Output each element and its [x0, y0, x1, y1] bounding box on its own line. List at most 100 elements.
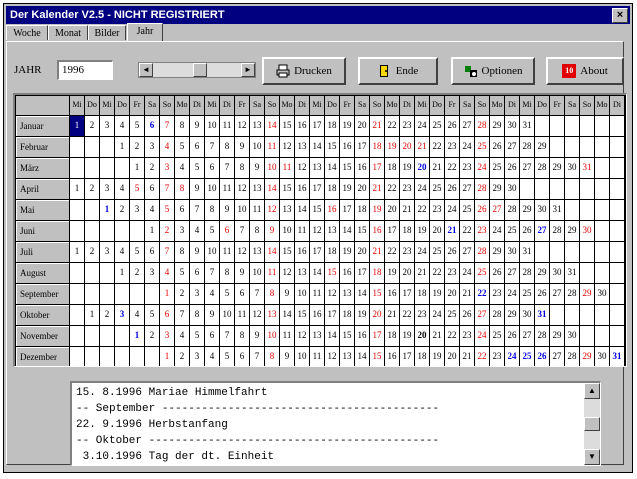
day-cell[interactable]: 6	[220, 221, 234, 241]
day-cell[interactable]: 11	[280, 158, 294, 178]
day-cell[interactable]: 29	[580, 284, 594, 304]
day-cell[interactable]: 19	[430, 347, 444, 367]
day-cell[interactable]: 17	[355, 263, 369, 283]
day-cell[interactable]: 21	[460, 284, 474, 304]
day-cell[interactable]: 20	[385, 200, 399, 220]
day-cell[interactable]: 8	[250, 221, 264, 241]
day-cell[interactable]: 2	[100, 305, 114, 325]
ende-button[interactable]: Ende	[358, 57, 438, 85]
day-cell[interactable]: 14	[280, 305, 294, 325]
day-cell[interactable]: 28	[505, 200, 519, 220]
day-cell[interactable]: 7	[205, 263, 219, 283]
day-cell[interactable]: 21	[400, 200, 414, 220]
day-cell[interactable]: 26	[445, 242, 459, 262]
day-cell[interactable]: 29	[490, 116, 504, 136]
month-label-12[interactable]: Dezember	[16, 347, 69, 367]
day-cell[interactable]: 30	[595, 284, 609, 304]
day-cell[interactable]: 5	[220, 284, 234, 304]
day-cell[interactable]: 16	[340, 263, 354, 283]
day-cell[interactable]: 22	[445, 158, 459, 178]
day-cell[interactable]: 14	[355, 347, 369, 367]
day-cell[interactable]: 19	[385, 137, 399, 157]
day-cell[interactable]: 2	[145, 158, 159, 178]
day-cell[interactable]: 15	[280, 242, 294, 262]
day-cell[interactable]: 8	[235, 326, 249, 346]
day-cell[interactable]: 11	[295, 221, 309, 241]
day-cell[interactable]: 26	[490, 137, 504, 157]
day-cell[interactable]: 17	[310, 179, 324, 199]
day-cell[interactable]: 30	[505, 116, 519, 136]
day-cell[interactable]: 30	[595, 347, 609, 367]
day-cell[interactable]: 9	[235, 263, 249, 283]
day-cell[interactable]: 25	[490, 326, 504, 346]
day-cell[interactable]: 3	[130, 200, 144, 220]
day-cell[interactable]: 11	[310, 284, 324, 304]
day-cell[interactable]: 12	[280, 137, 294, 157]
day-cell[interactable]: 10	[220, 305, 234, 325]
day-cell[interactable]: 15	[325, 137, 339, 157]
day-cell[interactable]: 6	[175, 200, 189, 220]
day-cell[interactable]: 18	[325, 179, 339, 199]
day-cell[interactable]: 11	[250, 200, 264, 220]
day-cell[interactable]: 24	[415, 179, 429, 199]
day-cell[interactable]: 5	[160, 200, 174, 220]
close-button[interactable]: ×	[612, 8, 628, 23]
day-cell[interactable]: 29	[505, 305, 519, 325]
day-cell[interactable]: 25	[430, 242, 444, 262]
day-cell[interactable]: 3	[175, 221, 189, 241]
day-cell[interactable]: 5	[145, 305, 159, 325]
day-cell[interactable]: 6	[145, 116, 159, 136]
day-cell[interactable]: 10	[250, 263, 264, 283]
day-cell[interactable]: 14	[325, 158, 339, 178]
day-cell[interactable]: 23	[460, 326, 474, 346]
day-cell[interactable]: 17	[400, 347, 414, 367]
day-cell[interactable]: 22	[430, 137, 444, 157]
day-cell[interactable]: 29	[565, 221, 579, 241]
day-cell[interactable]: 3	[100, 116, 114, 136]
tab-monat[interactable]: Monat	[48, 25, 88, 40]
day-cell[interactable]: 1	[160, 284, 174, 304]
day-cell[interactable]: 28	[520, 263, 534, 283]
scroll-right-button[interactable]: ►	[241, 63, 255, 77]
day-cell[interactable]: 21	[430, 158, 444, 178]
day-cell[interactable]: 10	[265, 158, 279, 178]
day-cell[interactable]: 16	[295, 242, 309, 262]
day-cell[interactable]: 11	[220, 179, 234, 199]
title-bar[interactable]: Der Kalender V2.5 - NICHT REGISTRIERT ×	[6, 6, 630, 24]
day-cell[interactable]: 2	[85, 179, 99, 199]
day-cell[interactable]: 2	[175, 347, 189, 367]
day-cell[interactable]: 21	[445, 221, 459, 241]
day-cell[interactable]: 12	[280, 263, 294, 283]
day-cell[interactable]: 8	[235, 158, 249, 178]
day-cell[interactable]: 7	[160, 179, 174, 199]
day-cell[interactable]: 27	[490, 200, 504, 220]
day-cell[interactable]: 9	[205, 305, 219, 325]
day-cell[interactable]: 24	[475, 158, 489, 178]
day-cell[interactable]: 12	[325, 347, 339, 367]
month-label-11[interactable]: November	[16, 326, 69, 346]
day-cell[interactable]: 19	[415, 221, 429, 241]
day-cell[interactable]: 7	[190, 200, 204, 220]
day-cell[interactable]: 16	[385, 284, 399, 304]
day-cell[interactable]: 28	[475, 242, 489, 262]
day-cell[interactable]: 1	[115, 263, 129, 283]
day-cell[interactable]: 7	[160, 116, 174, 136]
day-cell[interactable]: 19	[340, 116, 354, 136]
day-cell[interactable]: 9	[220, 200, 234, 220]
day-cell[interactable]: 10	[205, 179, 219, 199]
scroll-left-button[interactable]: ◄	[139, 63, 153, 77]
day-cell[interactable]: 27	[550, 284, 564, 304]
day-cell[interactable]: 19	[400, 326, 414, 346]
day-cell[interactable]: 13	[250, 116, 264, 136]
day-cell[interactable]: 16	[370, 221, 384, 241]
day-cell[interactable]: 16	[295, 116, 309, 136]
day-cell[interactable]: 4	[115, 179, 129, 199]
day-cell[interactable]: 4	[115, 116, 129, 136]
day-cell[interactable]: 30	[550, 263, 564, 283]
day-cell[interactable]: 25	[430, 179, 444, 199]
month-label-4[interactable]: April	[16, 179, 69, 199]
optionen-button[interactable]: Optionen	[451, 57, 535, 85]
day-cell[interactable]: 5	[130, 179, 144, 199]
day-cell[interactable]: 14	[355, 284, 369, 304]
day-cell[interactable]: 2	[130, 137, 144, 157]
